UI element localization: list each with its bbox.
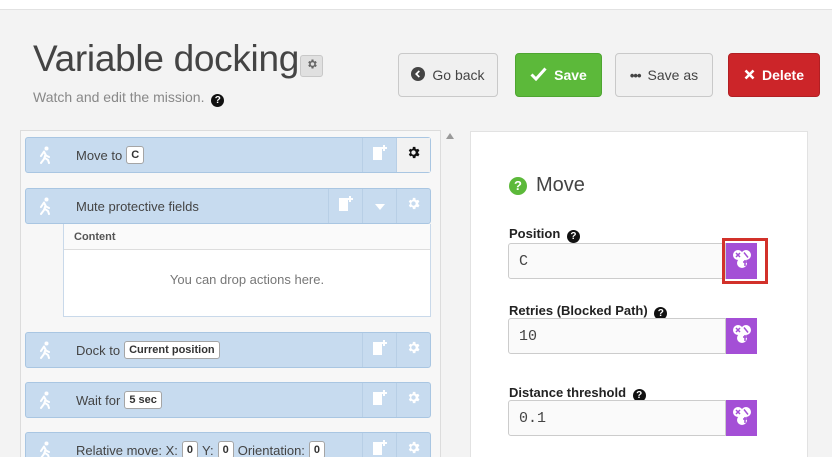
action-list-scrollbar[interactable] <box>441 130 461 457</box>
gear-icon <box>306 57 318 75</box>
y-label: Y: <box>202 442 214 457</box>
action-name: Mute protective fields <box>76 198 199 214</box>
drop-hint: You can drop actions here. <box>169 272 325 287</box>
subtitle-text: Watch and edit the mission. <box>33 89 205 105</box>
ellipsis-icon: ••• <box>629 67 642 83</box>
action-relative-move[interactable]: Relative move: X: 0 Y: 0 Orientation: 0 <box>25 432 431 457</box>
walking-person-icon[interactable] <box>26 333 64 367</box>
gear-icon <box>406 196 421 216</box>
position-param[interactable]: C <box>126 146 145 164</box>
add-action-button[interactable] <box>362 138 396 172</box>
save-button[interactable]: Save <box>515 53 602 97</box>
duration-param[interactable]: 5 sec <box>124 391 162 409</box>
orientation-label: Orientation: <box>237 442 305 457</box>
mission-action-list: Move to C Mute protective fields Content… <box>20 130 441 457</box>
position-label-text: Position <box>509 226 561 241</box>
delete-label: Delete <box>761 67 805 83</box>
title-settings-button[interactable] <box>300 55 323 77</box>
action-settings-button[interactable] <box>396 433 430 457</box>
editor-title: ? Move <box>509 174 585 197</box>
help-icon[interactable]: ? <box>509 176 527 195</box>
orientation-param[interactable]: 0 <box>308 441 326 457</box>
distance-threshold-value: 0.1 <box>519 409 547 427</box>
check-icon <box>530 66 547 84</box>
document-plus-icon <box>372 144 388 166</box>
gear-icon <box>406 145 421 165</box>
content-header: Content <box>64 224 430 250</box>
distance-threshold-picker-button[interactable] <box>726 400 757 436</box>
action-editor-panel: ? Move Position ? C Retries (Blocked Pat… <box>470 131 808 457</box>
save-as-label: Save as <box>647 67 699 83</box>
action-name: Dock to <box>76 342 121 358</box>
document-plus-icon <box>372 339 388 361</box>
add-action-button[interactable] <box>362 383 396 417</box>
close-icon <box>744 67 755 83</box>
retries-input[interactable]: 10 <box>508 318 726 354</box>
action-settings-button[interactable] <box>396 138 430 172</box>
scroll-up-arrow-icon[interactable] <box>446 133 454 139</box>
page-subtitle: Watch and edit the mission. ? <box>33 89 225 107</box>
retries-value: 10 <box>519 327 538 345</box>
action-label: Mute protective fields <box>76 189 199 223</box>
gear-icon <box>406 440 421 457</box>
action-label: Move to C <box>76 138 145 172</box>
editor-title-text: Move <box>536 174 585 196</box>
action-label: Relative move: X: 0 Y: 0 Orientation: 0 <box>76 433 326 457</box>
dock-position-param[interactable]: Current position <box>124 341 220 359</box>
go-back-label: Go back <box>432 67 485 83</box>
delete-button[interactable]: Delete <box>728 53 820 97</box>
walking-person-icon[interactable] <box>26 189 64 223</box>
action-move-to[interactable]: Move to C <box>25 137 431 173</box>
action-name: Move to <box>76 147 123 163</box>
x-param[interactable]: 0 <box>181 441 198 457</box>
action-label: Dock to Current position <box>76 333 220 367</box>
help-icon[interactable]: ? <box>566 230 580 243</box>
retries-picker-button[interactable] <box>726 318 757 354</box>
page-header: Variable docking Watch and edit the miss… <box>0 11 832 121</box>
save-label: Save <box>554 67 587 83</box>
add-action-button[interactable] <box>362 333 396 367</box>
save-as-button[interactable]: ••• Save as <box>615 53 713 97</box>
distance-threshold-label-text: Distance threshold <box>509 385 627 400</box>
variable-icon <box>731 323 753 350</box>
distance-threshold-input[interactable]: 0.1 <box>508 400 726 436</box>
add-action-button[interactable] <box>328 189 362 223</box>
gear-icon <box>406 340 421 360</box>
position-picker-highlight <box>722 238 768 284</box>
action-wait-for[interactable]: Wait for 5 sec <box>25 382 431 418</box>
action-settings-button[interactable] <box>396 189 430 223</box>
add-action-button[interactable] <box>362 433 396 457</box>
action-name: Wait for <box>76 392 121 408</box>
walking-person-icon[interactable] <box>26 383 64 417</box>
document-plus-icon <box>338 195 354 217</box>
chevron-down-icon <box>374 197 385 215</box>
action-name: Relative move: X: <box>76 442 178 457</box>
position-value: C <box>519 252 529 270</box>
gear-icon <box>406 390 421 410</box>
action-label: Wait for 5 sec <box>76 383 162 417</box>
action-settings-button[interactable] <box>396 333 430 367</box>
walking-person-icon[interactable] <box>26 138 64 172</box>
help-icon[interactable]: ? <box>211 94 225 107</box>
action-settings-button[interactable] <box>396 383 430 417</box>
walking-person-icon[interactable] <box>26 433 64 457</box>
page-title: Variable docking <box>33 38 300 79</box>
document-plus-icon <box>372 439 388 457</box>
position-input[interactable]: C <box>508 243 726 279</box>
action-mute-protective-fields[interactable]: Mute protective fields <box>25 188 431 224</box>
document-plus-icon <box>372 389 388 411</box>
action-dock-to[interactable]: Dock to Current position <box>25 332 431 368</box>
arrow-left-circle-icon <box>411 66 426 84</box>
y-param[interactable]: 0 <box>217 441 234 457</box>
position-label: Position ? <box>509 226 580 243</box>
top-bar <box>0 0 832 10</box>
retries-label-text: Retries (Blocked Path) <box>509 303 648 318</box>
content-drop-zone[interactable]: Content You can drop actions here. <box>63 224 431 317</box>
go-back-button[interactable]: Go back <box>398 53 498 97</box>
variable-icon <box>731 405 753 432</box>
collapse-button[interactable] <box>362 189 396 223</box>
